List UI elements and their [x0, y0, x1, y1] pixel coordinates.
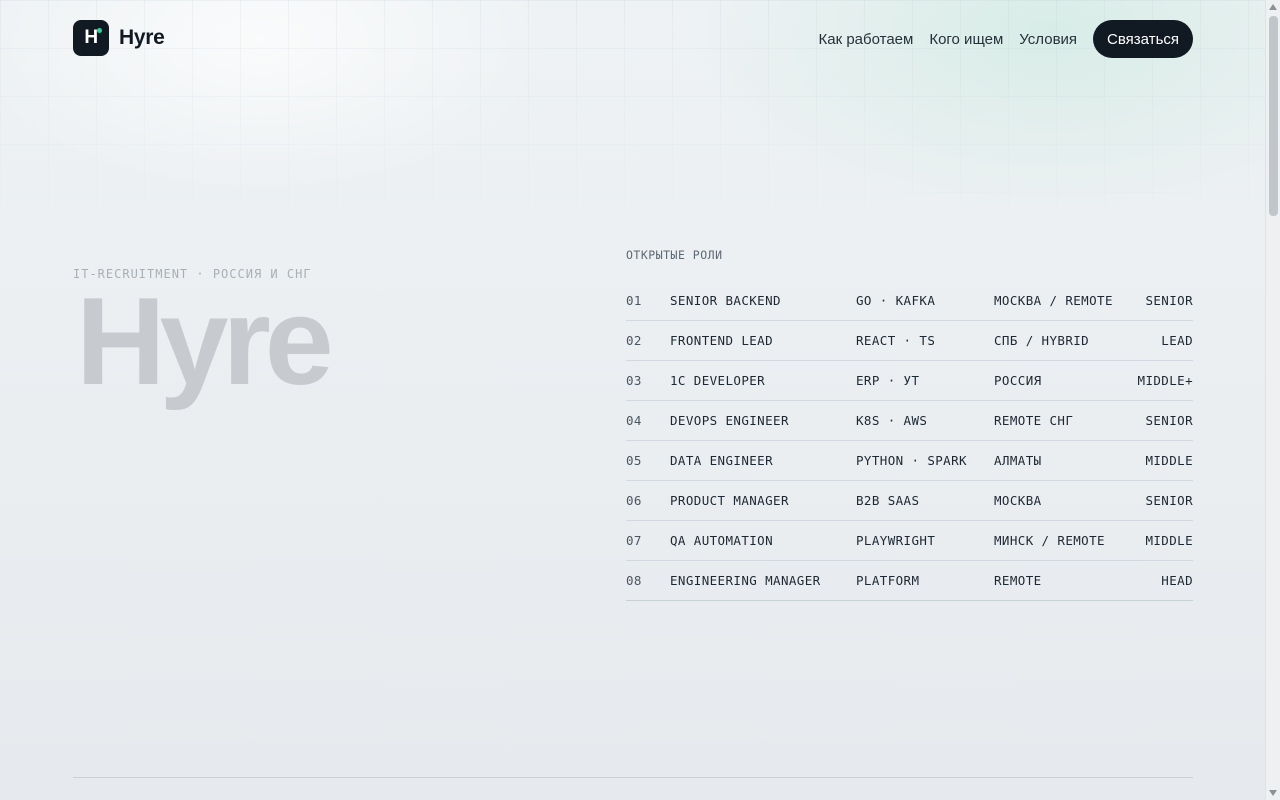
- roles-list: 01 SENIOR BACKEND GO · KAFKA МОСКВА / RE…: [626, 281, 1193, 601]
- role-row[interactable]: 03 1C DEVELOPER ERP · УТ РОССИЯ MIDDLE+: [626, 361, 1193, 401]
- role-number: 01: [626, 293, 642, 308]
- role-number: 03: [626, 373, 642, 388]
- role-number: 05: [626, 453, 642, 468]
- nav-link-who-we-hire[interactable]: Кого ищем: [929, 31, 1003, 48]
- nav-link-how-we-work[interactable]: Как работаем: [819, 31, 914, 48]
- role-stack: ERP · УТ: [856, 373, 920, 388]
- role-level: MIDDLE: [1145, 533, 1193, 548]
- role-level: LEAD: [1161, 333, 1193, 348]
- role-number: 04: [626, 413, 642, 428]
- role-location: МОСКВА: [994, 493, 1042, 508]
- role-level: SENIOR: [1145, 413, 1193, 428]
- role-level: HEAD: [1161, 573, 1193, 588]
- scrollbar-thumb[interactable]: [1269, 16, 1278, 216]
- scroll-down-arrow-icon[interactable]: [1269, 790, 1277, 796]
- role-title: SENIOR BACKEND: [670, 293, 781, 308]
- role-stack: REACT · TS: [856, 333, 936, 348]
- vertical-scrollbar[interactable]: [1265, 0, 1280, 800]
- role-row[interactable]: 07 QA AUTOMATION PLAYWRIGHT МИНСК / REMO…: [626, 521, 1193, 561]
- role-row[interactable]: 01 SENIOR BACKEND GO · KAFKA МОСКВА / RE…: [626, 281, 1193, 321]
- role-number: 08: [626, 573, 642, 588]
- role-level: SENIOR: [1145, 293, 1193, 308]
- main-nav: Как работаем Кого ищем Условия Связаться: [819, 20, 1193, 58]
- role-row[interactable]: 04 DEVOPS ENGINEER K8S · AWS REMOTE СНГ …: [626, 401, 1193, 441]
- logo-letter: H: [84, 27, 98, 48]
- role-location: МИНСК / REMOTE: [994, 533, 1105, 548]
- role-location: АЛМАТЫ: [994, 453, 1042, 468]
- logo-mark: H: [73, 20, 109, 56]
- role-title: DATA ENGINEER: [670, 453, 774, 468]
- role-location: СПБ / HYBRID: [994, 333, 1090, 348]
- role-title: FRONTEND LEAD: [670, 333, 774, 348]
- logo-dot-icon: [97, 28, 102, 33]
- nav-link-terms[interactable]: Условия: [1019, 31, 1077, 48]
- role-stack: GO · KAFKA: [856, 293, 936, 308]
- role-title: 1C DEVELOPER: [670, 373, 766, 388]
- open-roles-title: ОТКРЫТЫЕ РОЛИ: [626, 248, 723, 262]
- role-title: PRODUCT MANAGER: [670, 493, 789, 508]
- section-divider: [73, 777, 1193, 778]
- hero-wordmark: Hyre: [76, 273, 334, 411]
- role-level: SENIOR: [1145, 493, 1193, 508]
- brand-name: Hyre: [119, 26, 165, 49]
- scroll-up-arrow-icon[interactable]: [1269, 4, 1277, 10]
- role-stack: PLATFORM: [856, 573, 920, 588]
- role-number: 06: [626, 493, 642, 508]
- role-row[interactable]: 02 FRONTEND LEAD REACT · TS СПБ / HYBRID…: [626, 321, 1193, 361]
- role-location: REMOTE СНГ: [994, 413, 1074, 428]
- role-location: РОССИЯ: [994, 373, 1042, 388]
- page: H Hyre Как работаем Кого ищем Условия Св…: [0, 0, 1265, 800]
- role-level: MIDDLE: [1145, 453, 1193, 468]
- role-title: DEVOPS ENGINEER: [670, 413, 789, 428]
- role-title: QA AUTOMATION: [670, 533, 774, 548]
- role-level: MIDDLE+: [1137, 373, 1193, 388]
- contact-button[interactable]: Связаться: [1093, 20, 1193, 58]
- role-row[interactable]: 05 DATA ENGINEER PYTHON · SPARK АЛМАТЫ M…: [626, 441, 1193, 481]
- open-roles: ОТКРЫТЫЕ РОЛИ 01 SENIOR BACKEND GO · KAF…: [626, 248, 1193, 601]
- role-stack: B2B SAAS: [856, 493, 920, 508]
- role-number: 02: [626, 333, 642, 348]
- role-title: ENGINEERING MANAGER: [670, 573, 821, 588]
- role-stack: K8S · AWS: [856, 413, 928, 428]
- role-location: МОСКВА / REMOTE: [994, 293, 1113, 308]
- role-stack: PLAYWRIGHT: [856, 533, 936, 548]
- role-number: 07: [626, 533, 642, 548]
- role-row[interactable]: 08 ENGINEERING MANAGER PLATFORM REMOTE H…: [626, 561, 1193, 600]
- role-stack: PYTHON · SPARK: [856, 453, 967, 468]
- role-location: REMOTE: [994, 573, 1042, 588]
- role-row[interactable]: 06 PRODUCT MANAGER B2B SAAS МОСКВА SENIO…: [626, 481, 1193, 521]
- logo-link[interactable]: H Hyre: [73, 20, 165, 56]
